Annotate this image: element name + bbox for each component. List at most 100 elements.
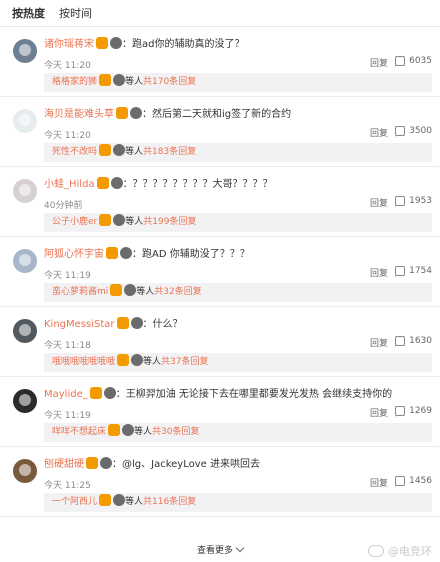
sub-reply-more[interactable]: 共30条回复 xyxy=(152,427,199,437)
vip-badge-icon xyxy=(99,144,112,156)
like-button[interactable]: 1953 xyxy=(395,196,432,206)
reply-button[interactable]: 回复 xyxy=(370,56,388,69)
sub-reply-summary[interactable]: 格格家的狮 等人共170条回复 xyxy=(44,73,432,92)
comment-line: 阿狐心怀宇宙 ：跑AD 你辅助没了？？？ xyxy=(44,247,432,262)
comment-item: Maylide_ ：王柳羿加油 无论接下去在哪里都要发光发热 会继续支持你的 今天… xyxy=(0,377,440,447)
tab-by-time[interactable]: 按时间 xyxy=(59,5,92,21)
thumbs-up-icon xyxy=(395,56,406,66)
sub-reply-suffix: 等人 xyxy=(136,287,155,297)
reply-button[interactable]: 回复 xyxy=(370,126,388,139)
avatar[interactable] xyxy=(13,319,37,343)
vip-badge-icon xyxy=(106,247,118,259)
sub-reply-user[interactable]: 一个阿西儿 xyxy=(52,497,97,507)
vip-badge-icon xyxy=(96,177,109,189)
comment-line: Maylide_ ：王柳羿加油 无论接下去在哪里都要发光发热 会继续支持你的 xyxy=(44,387,432,402)
sub-reply-summary[interactable]: 公子小鹿er 等人共199条回复 xyxy=(44,213,432,232)
avatar[interactable] xyxy=(13,39,37,63)
vip-badge-icon xyxy=(110,284,123,296)
panda-badge-icon xyxy=(100,457,112,469)
comment-time: 今天 11:19 xyxy=(44,411,91,421)
comment-username[interactable]: 阿狐心怀宇宙 xyxy=(44,249,104,260)
reply-button[interactable]: 回复 xyxy=(370,336,388,349)
vip-badge-icon xyxy=(99,214,112,226)
avatar[interactable] xyxy=(13,459,37,483)
sub-reply-summary[interactable]: 蛮心萝莉酱mi 等人共32条回复 xyxy=(44,283,432,302)
comment-username[interactable]: KingMessiStar xyxy=(44,319,115,330)
comment-text: ：@lg、JackeyLove 进来哄回去 xyxy=(112,459,260,470)
sub-reply-summary[interactable]: 死性不改吗 等人共183条回复 xyxy=(44,143,432,162)
sub-reply-suffix: 等人 xyxy=(143,357,162,367)
sub-reply-summary[interactable]: 咩咩不想起床 等人共30条回复 xyxy=(44,423,432,442)
panda-badge-icon xyxy=(110,37,122,49)
comment-username[interactable]: 刨硬甜硬 xyxy=(44,459,84,470)
sub-reply-more[interactable]: 共183条回复 xyxy=(143,147,196,157)
thumbs-up-icon xyxy=(395,266,406,276)
panda-badge-icon xyxy=(130,317,143,329)
sub-reply-suffix: 等人 xyxy=(134,427,153,437)
thumbs-up-icon xyxy=(395,406,406,416)
like-count: 1754 xyxy=(409,266,432,276)
like-button[interactable]: 1269 xyxy=(395,406,432,416)
like-button[interactable]: 3500 xyxy=(395,126,432,136)
like-button[interactable]: 1630 xyxy=(395,336,432,346)
watermark: @电竞环 xyxy=(368,543,432,559)
reply-button[interactable]: 回复 xyxy=(370,266,388,279)
like-button[interactable]: 1754 xyxy=(395,266,432,276)
sub-reply-user[interactable]: 死性不改吗 xyxy=(52,147,97,157)
panda-badge-icon xyxy=(124,284,137,296)
avatar[interactable] xyxy=(13,109,37,133)
thumbs-up-icon xyxy=(395,126,406,136)
comment-panel: 按热度 按时间 诸你瑶蒋宋 ：跑ad你的辅助真的没了？ 今天 11:20 回复 6… xyxy=(0,0,440,562)
comment-text: ：然后第二天就和ig签了新的合约 xyxy=(142,109,292,120)
sub-reply-more[interactable]: 共170条回复 xyxy=(143,77,196,87)
thumbs-up-icon xyxy=(395,196,406,206)
sub-reply-user[interactable]: 蛮心萝莉酱mi xyxy=(52,287,108,297)
comment-item: 诸你瑶蒋宋 ：跑ad你的辅助真的没了？ 今天 11:20 回复 6035 格格家的… xyxy=(0,27,440,97)
sub-reply-more[interactable]: 共37条回复 xyxy=(161,357,208,367)
avatar[interactable] xyxy=(13,179,37,203)
avatar[interactable] xyxy=(13,249,37,273)
comment-line: KingMessiStar ：什么？ xyxy=(44,317,432,332)
like-count: 1630 xyxy=(409,336,432,346)
sub-reply-suffix: 等人 xyxy=(125,497,144,507)
comment-line: 诸你瑶蒋宋 ：跑ad你的辅助真的没了？ xyxy=(44,37,432,52)
avatar[interactable] xyxy=(13,389,37,413)
sub-reply-user[interactable]: 公子小鹿er xyxy=(52,217,97,227)
like-button[interactable]: 1456 xyxy=(395,476,432,486)
like-count: 1953 xyxy=(409,196,432,206)
sub-reply-more[interactable]: 共32条回复 xyxy=(154,287,201,297)
sub-reply-user[interactable]: 哦哦哦哦哦哦哦 xyxy=(52,357,115,367)
reply-button[interactable]: 回复 xyxy=(370,406,388,419)
sub-reply-summary[interactable]: 一个阿西儿 等人共116条回复 xyxy=(44,493,432,512)
chevron-down-icon xyxy=(235,543,245,552)
comment-username[interactable]: 小蛙_Hilda xyxy=(44,179,95,190)
comment-line: 海贝是能难头草 ：然后第二天就和ig签了新的合约 xyxy=(44,107,432,122)
sub-reply-suffix: 等人 xyxy=(125,217,144,227)
vip-badge-icon xyxy=(86,457,98,469)
comment-text: ：跑ad你的辅助真的没了？ xyxy=(122,39,245,50)
sub-reply-more[interactable]: 共116条回复 xyxy=(143,497,196,507)
comment-item: 海贝是能难头草 ：然后第二天就和ig签了新的合约 今天 11:20 回复 3500… xyxy=(0,97,440,167)
like-button[interactable]: 6035 xyxy=(395,56,432,66)
view-more-label: 查看更多 xyxy=(196,546,233,556)
reply-button[interactable]: 回复 xyxy=(370,476,388,489)
sub-reply-suffix: 等人 xyxy=(125,77,144,87)
comment-time: 今天 11:18 xyxy=(44,341,91,351)
reply-button[interactable]: 回复 xyxy=(370,196,388,209)
comment-item: 阿狐心怀宇宙 ：跑AD 你辅助没了？？？ 今天 11:19 回复 1754 蛮心萝… xyxy=(0,237,440,307)
tab-by-hot[interactable]: 按热度 xyxy=(12,5,45,21)
sort-tabs: 按热度 按时间 xyxy=(0,0,440,27)
comment-username[interactable]: 海贝是能难头草 xyxy=(44,109,114,120)
comment-time: 今天 11:25 xyxy=(44,481,91,491)
sub-reply-more[interactable]: 共199条回复 xyxy=(143,217,196,227)
sub-reply-suffix: 等人 xyxy=(125,147,144,157)
panda-badge-icon xyxy=(110,177,123,189)
comment-item: 刨硬甜硬 ：@lg、JackeyLove 进来哄回去 今天 11:25 回复 14… xyxy=(0,447,440,517)
weibo-logo-icon xyxy=(368,545,384,557)
comment-username[interactable]: Maylide_ xyxy=(44,389,88,400)
comment-username[interactable]: 诸你瑶蒋宋 xyxy=(44,39,94,50)
panda-badge-icon xyxy=(130,107,142,119)
sub-reply-user[interactable]: 咩咩不想起床 xyxy=(52,427,106,437)
sub-reply-summary[interactable]: 哦哦哦哦哦哦哦 等人共37条回复 xyxy=(44,353,432,372)
sub-reply-user[interactable]: 格格家的狮 xyxy=(52,77,97,87)
